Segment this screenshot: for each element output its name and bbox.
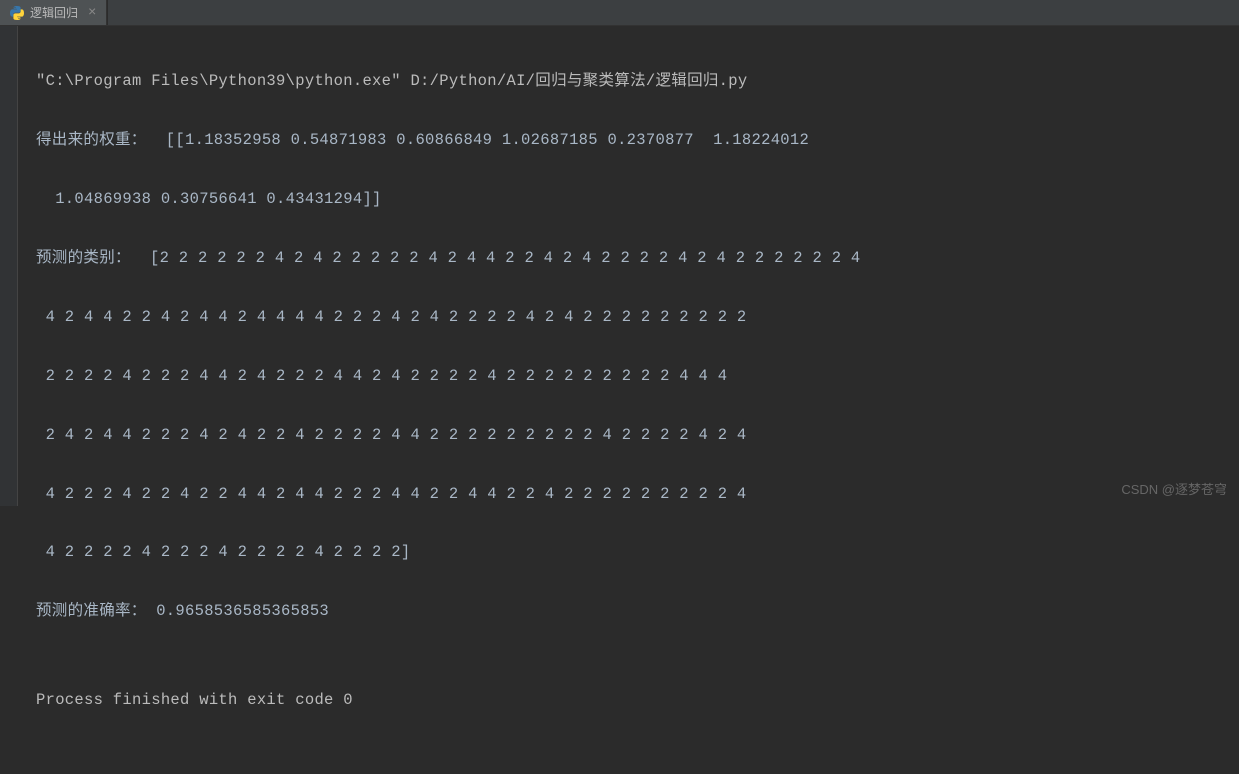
python-icon <box>10 6 24 20</box>
weights-output: 得出来的权重： [[1.18352958 0.54871983 0.608668… <box>36 126 1221 155</box>
tab-label: 逻辑回归 <box>30 4 78 21</box>
command-line: "C:\Program Files\Python39\python.exe" D… <box>36 67 1221 96</box>
watermark: CSDN @逐梦苍穹 <box>1121 479 1227 498</box>
console-output[interactable]: "C:\Program Files\Python39\python.exe" D… <box>18 26 1239 506</box>
predictions-line5: 4 2 2 2 4 2 2 4 2 2 4 4 2 4 4 2 2 2 4 4 … <box>36 480 1221 509</box>
tab-file[interactable]: 逻辑回归 × <box>0 0 107 25</box>
gutter <box>0 26 18 506</box>
editor-area: "C:\Program Files\Python39\python.exe" D… <box>0 26 1239 506</box>
predictions-output: 预测的类别： [2 2 2 2 2 2 4 2 4 2 2 2 2 2 4 2 … <box>36 244 1221 273</box>
predictions-line2: 4 2 4 4 2 2 4 2 4 4 2 4 4 4 4 2 2 2 4 2 … <box>36 303 1221 332</box>
tab-bar-empty <box>107 0 1239 25</box>
accuracy-output: 预测的准确率： 0.9658536585365853 <box>36 597 1221 626</box>
weights-output-cont: 1.04869938 0.30756641 0.43431294]] <box>36 185 1221 214</box>
close-icon[interactable]: × <box>88 5 96 21</box>
predictions-line3: 2 2 2 2 4 2 2 2 4 4 2 4 2 2 2 4 4 2 4 2 … <box>36 362 1221 391</box>
predictions-line6: 4 2 2 2 2 4 2 2 2 4 2 2 2 2 4 2 2 2 2] <box>36 538 1221 567</box>
tab-bar: 逻辑回归 × <box>0 0 1239 26</box>
predictions-line4: 2 4 2 4 4 2 2 2 4 2 4 2 2 4 2 2 2 2 4 4 … <box>36 421 1221 450</box>
exit-code-line: Process finished with exit code 0 <box>36 686 1221 715</box>
